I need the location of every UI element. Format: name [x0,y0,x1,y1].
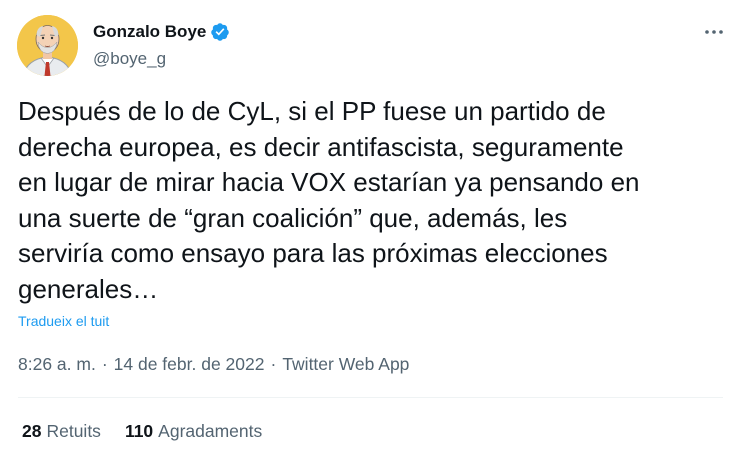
tweet-text-line: generales… [18,273,159,304]
meta-separator: · [101,354,108,374]
retweets-count: 28 [22,421,42,441]
tweet-metadata: 8:26 a. m. · 14 de febr. de 2022 · Twitter W… [18,352,409,376]
meta-separator: · [270,354,277,374]
tweet-stats: 28 Retuits 110 Agradaments [22,419,262,443]
tweet-date[interactable]: 14 de febr. de 2022 [114,354,265,374]
more-options-icon[interactable] [700,20,728,44]
author-handle[interactable]: @boye_g [93,48,166,70]
tweet-card: Gonzalo Boye @boye_g Después de lo de Cy… [0,0,741,462]
tweet-text: Después de lo de CyL, si el PP fuese un … [18,94,723,307]
divider [18,397,723,398]
likes-label: Agradaments [158,421,263,441]
tweet-text-line: Después de lo de CyL, si el PP fuese un … [18,96,606,126]
translate-tweet-link[interactable]: Tradueix el tuit [18,312,109,330]
tweet-text-line: serviría como ensayo para las próximas e… [18,238,608,268]
avatar[interactable] [17,15,78,76]
tweet-text-line: una suerte de “gran coalición” que, adem… [18,202,568,233]
likes-stat[interactable]: 110 Agradaments [125,419,262,443]
verified-badge-icon [210,22,230,42]
avatar-portrait-icon [17,15,78,76]
likes-count: 110 [124,421,154,441]
tweet-text-line: derecha europea, es decir antifascista, … [18,131,624,162]
author-name-row: Gonzalo Boye [93,21,230,43]
retweets-stat[interactable]: 28 Retuits [22,419,101,443]
author-display-name[interactable]: Gonzalo Boye [93,21,206,43]
tweet-text-line: en lugar de mirar hacia VOX estarían ya … [18,167,640,197]
tweet-source[interactable]: Twitter Web App [282,354,409,374]
tweet-time[interactable]: 8:26 a. m. [18,354,96,374]
retweets-label: Retuits [46,421,101,441]
